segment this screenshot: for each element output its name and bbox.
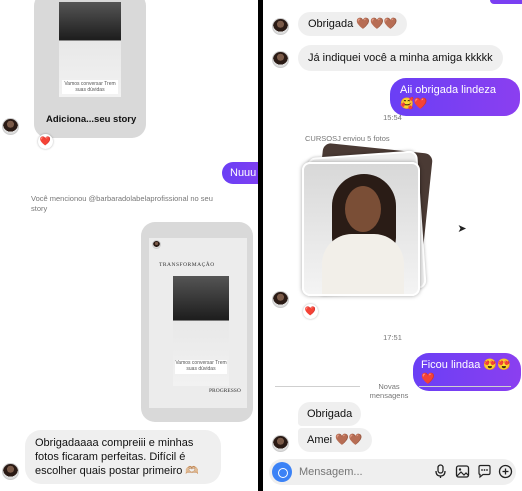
story-title-top: TRANSFORMAÇÃO bbox=[159, 262, 215, 268]
share-icon[interactable]: ➤ bbox=[455, 222, 469, 236]
avatar[interactable] bbox=[272, 51, 289, 68]
story-caption: Adiciona...seu story bbox=[46, 114, 137, 125]
portrait-blazer bbox=[322, 234, 404, 294]
avatar[interactable] bbox=[2, 118, 19, 135]
avatar[interactable] bbox=[272, 435, 289, 452]
story-reply-card[interactable]: Vamos conversar Trem suas dúvidas Adicio… bbox=[34, 0, 146, 138]
microphone-icon[interactable] bbox=[433, 464, 448, 479]
timestamp: 17:51 bbox=[383, 333, 402, 342]
heart-reaction: ❤️ bbox=[38, 134, 53, 149]
right-chat-panel: Obrigada 🤎🤎🤎 Já indiquei você a minha am… bbox=[263, 0, 522, 491]
avatar[interactable] bbox=[272, 18, 289, 35]
stack-photo-front bbox=[302, 162, 420, 296]
heart-reaction: ❤️ bbox=[303, 304, 318, 319]
photos-notice: CURSOSJ enviou 5 fotos bbox=[305, 134, 390, 143]
new-messages-label: Novas mensagens bbox=[369, 382, 409, 400]
received-message[interactable]: Obrigada bbox=[298, 402, 362, 426]
new-messages-divider-right bbox=[419, 386, 511, 387]
portrait-face bbox=[345, 186, 381, 232]
story-inner-frame: TRANSFORMAÇÃO Vamos conversar Trem suas … bbox=[149, 238, 247, 408]
received-message[interactable]: Amei 🤎🤎 bbox=[298, 428, 372, 452]
avatar[interactable] bbox=[2, 463, 19, 480]
sent-message[interactable]: Aii obrigada lindeza 🥰❤️ bbox=[390, 78, 520, 116]
left-chat-panel: Vamos conversar Trem suas dúvidas Adicio… bbox=[0, 0, 258, 491]
camera-icon[interactable] bbox=[272, 462, 292, 482]
received-message[interactable]: Obrigadaaaa compreiii e minhas fotos fic… bbox=[25, 430, 221, 484]
sent-message[interactable]: Nuuu bbox=[222, 162, 258, 184]
received-message[interactable]: Obrigada 🤎🤎🤎 bbox=[298, 12, 408, 36]
mention-notice: Você mencionou @barbaradolabelaprofissio… bbox=[31, 194, 213, 213]
new-messages-divider-left bbox=[275, 386, 360, 387]
timestamp: 15:54 bbox=[383, 113, 402, 122]
story-title-bottom: PROGRESSO bbox=[209, 388, 241, 394]
received-message[interactable]: Já indiquei você a minha amiga kkkkk bbox=[298, 45, 503, 71]
gallery-icon[interactable] bbox=[455, 464, 470, 479]
message-composer bbox=[269, 459, 516, 485]
avatar[interactable] bbox=[272, 291, 289, 308]
story-mini-text: Vamos conversar Trem suas dúvidas bbox=[175, 360, 227, 374]
mentioned-story-card[interactable]: TRANSFORMAÇÃO Vamos conversar Trem suas … bbox=[141, 222, 253, 422]
sent-message-partial bbox=[490, 0, 522, 4]
story-mini-text: Vamos conversar Trem suas dúvidas bbox=[62, 80, 118, 94]
sticker-icon[interactable] bbox=[477, 464, 492, 479]
message-input[interactable] bbox=[299, 463, 409, 481]
add-icon[interactable] bbox=[498, 464, 513, 479]
photo-stack[interactable] bbox=[300, 142, 440, 296]
story-avatar bbox=[152, 240, 161, 249]
